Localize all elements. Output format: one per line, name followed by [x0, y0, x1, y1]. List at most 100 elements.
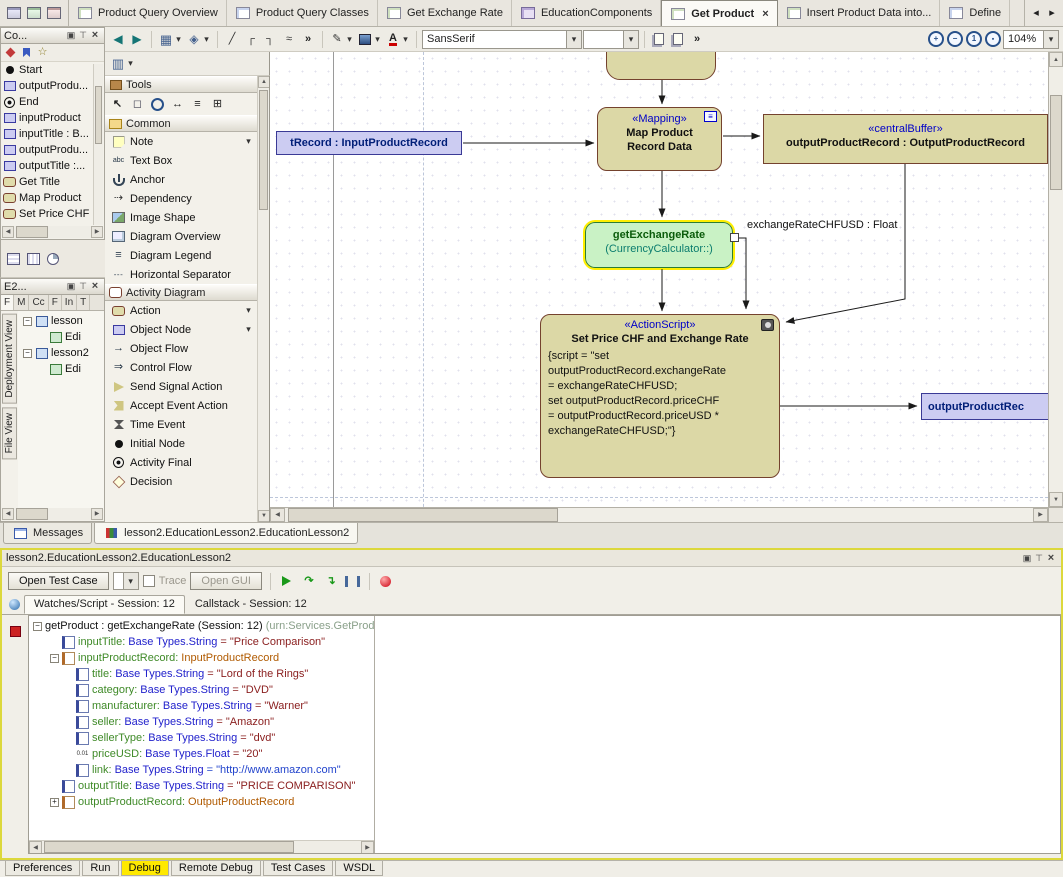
flow-pin-to-script[interactable] — [739, 238, 746, 309]
breakpoint-icon[interactable] — [7, 623, 23, 639]
toolbar-button[interactable] — [688, 29, 706, 49]
scrollbar-thumb[interactable] — [16, 508, 48, 520]
step-over-icon[interactable] — [323, 573, 339, 589]
toolbar-button[interactable] — [328, 29, 355, 49]
scroll-right-icon[interactable] — [91, 226, 103, 238]
zoom-level-select[interactable]: 104% — [1003, 30, 1059, 49]
close-icon[interactable] — [1045, 552, 1057, 564]
palette-item[interactable]: Text Box — [105, 151, 257, 170]
palette-tool-button[interactable] — [208, 95, 227, 114]
palette-item[interactable]: Control Flow — [105, 358, 257, 377]
scroll-down-icon[interactable] — [258, 510, 270, 522]
open-test-case-button[interactable]: Open Test Case — [8, 572, 109, 590]
font-family-select[interactable]: SansSerif — [422, 30, 582, 49]
toolbar-button[interactable] — [669, 29, 687, 49]
toolbar-button[interactable] — [223, 29, 241, 49]
status-tab[interactable]: Debug — [121, 861, 169, 876]
palette-item[interactable]: Initial Node — [105, 434, 257, 453]
watch-row[interactable]: link: Base Types.String = "http://www.am… — [31, 762, 374, 778]
expander-icon[interactable]: − — [23, 317, 32, 326]
scroll-left-icon[interactable] — [2, 226, 14, 238]
doc-tab[interactable]: Get Product × — [661, 0, 777, 26]
status-tab[interactable]: WSDL — [335, 861, 383, 876]
float-window-icon[interactable] — [65, 30, 77, 42]
toolbar-button[interactable] — [261, 29, 279, 49]
scroll-right-icon[interactable] — [361, 841, 374, 853]
scroll-up-icon[interactable] — [1049, 52, 1063, 67]
watch-row[interactable]: category: Base Types.String = "DVD" — [31, 682, 374, 698]
doc-tab[interactable]: EducationComponents — [512, 0, 661, 26]
palette-vscrollbar[interactable] — [257, 76, 269, 522]
font-size-select[interactable] — [583, 30, 639, 49]
watch-row[interactable]: sellerType: Base Types.String = "dvd" — [31, 730, 374, 746]
palette-tool-button[interactable] — [128, 95, 147, 114]
scroll-left-icon[interactable] — [270, 508, 285, 522]
toolbar-button[interactable] — [157, 29, 184, 49]
expander-icon[interactable]: − — [50, 654, 59, 663]
watch-row[interactable]: manufacturer: Base Types.String = "Warne… — [31, 698, 374, 714]
view-side-tab[interactable]: Deployment View — [2, 314, 17, 404]
tree-item[interactable]: End — [1, 94, 94, 110]
scrollbar-track[interactable] — [14, 508, 91, 520]
expander-icon[interactable]: − — [33, 622, 42, 631]
palette-item[interactable]: Decision — [105, 472, 257, 491]
doc-tab[interactable]: Insert Product Data into... — [778, 0, 941, 26]
scroll-right-icon[interactable] — [91, 508, 103, 520]
dock-tab[interactable]: Messages — [3, 523, 92, 544]
palette-item[interactable]: Diagram Overview — [105, 227, 257, 246]
pin-icon[interactable] — [1033, 552, 1045, 564]
explorer-mode-tab[interactable]: M — [14, 295, 29, 310]
diagram-canvas[interactable]: tRecord : InputProductRecord «Mapping» M… — [270, 52, 1063, 522]
status-tab[interactable]: Remote Debug — [171, 861, 261, 876]
toolbar-button[interactable] — [927, 29, 945, 49]
doc-tab[interactable]: Define — [940, 0, 1010, 26]
expander-icon[interactable]: + — [50, 798, 59, 807]
status-tab[interactable]: Run — [82, 861, 118, 876]
history-icon[interactable] — [45, 251, 61, 267]
run-play-icon[interactable] — [279, 573, 295, 589]
palette-item[interactable]: Diagram Legend — [105, 246, 257, 265]
scroll-up-icon[interactable] — [258, 76, 270, 88]
palette-item[interactable]: Send Signal Action — [105, 377, 257, 396]
view-side-tab[interactable]: File View — [2, 407, 17, 459]
status-tab[interactable]: Test Cases — [263, 861, 333, 876]
toolbar-button[interactable] — [650, 29, 668, 49]
explorer-hscrollbar[interactable] — [2, 508, 103, 520]
palette-item[interactable]: Activity Final — [105, 453, 257, 472]
close-icon[interactable] — [89, 30, 101, 42]
tree-item[interactable]: − lesson — [18, 313, 104, 329]
pin-label[interactable]: exchangeRateCHFUSD : Float — [747, 219, 897, 231]
step-into-icon[interactable] — [301, 573, 317, 589]
diagrams-icon[interactable] — [25, 251, 41, 267]
palette-item[interactable]: Action — [105, 301, 257, 320]
palette-header-activity[interactable]: Activity Diagram — [105, 284, 257, 301]
palette-item[interactable]: Horizontal Separator — [105, 265, 257, 284]
toolbar-button[interactable] — [185, 29, 212, 49]
scrollbar-thumb[interactable] — [259, 90, 268, 210]
tree-item[interactable]: Set Price CHF — [1, 206, 94, 222]
watch-row[interactable]: title: Base Types.String = "Lord of the … — [31, 666, 374, 682]
toolbar-button[interactable] — [242, 29, 260, 49]
status-tab[interactable]: Preferences — [5, 861, 80, 876]
watch-row[interactable]: priceUSD: Base Types.Float = "20" — [31, 746, 374, 762]
scroll-left-icon[interactable] — [29, 841, 42, 853]
favorites-icon[interactable] — [36, 46, 49, 59]
scrollbar-thumb[interactable] — [288, 508, 558, 522]
explorer-mode-tab[interactable]: F — [1, 295, 14, 310]
tab-scroll-left-icon[interactable] — [1028, 5, 1044, 21]
scroll-down-icon[interactable] — [1049, 492, 1063, 507]
scrollbar-track[interactable] — [42, 841, 361, 853]
toolbar-button[interactable] — [356, 29, 383, 49]
toolbar-button[interactable] — [299, 29, 317, 49]
palette-item[interactable]: Accept Event Action — [105, 396, 257, 415]
scrollbar-thumb[interactable] — [1050, 95, 1062, 190]
scroll-right-icon[interactable] — [1033, 508, 1048, 522]
debugger-tab[interactable]: Callstack - Session: 12 — [185, 595, 317, 614]
toolbar-button[interactable] — [984, 29, 1002, 49]
watch-row[interactable]: seller: Base Types.String = "Amazon" — [31, 714, 374, 730]
canvas-hscrollbar[interactable] — [270, 507, 1048, 522]
watch-row[interactable]: − inputProductRecord: InputProductRecord — [31, 650, 374, 666]
toolbar-button[interactable] — [109, 29, 127, 49]
tree-item[interactable]: outputProdu... — [1, 78, 94, 94]
scroll-left-icon[interactable] — [2, 508, 14, 520]
